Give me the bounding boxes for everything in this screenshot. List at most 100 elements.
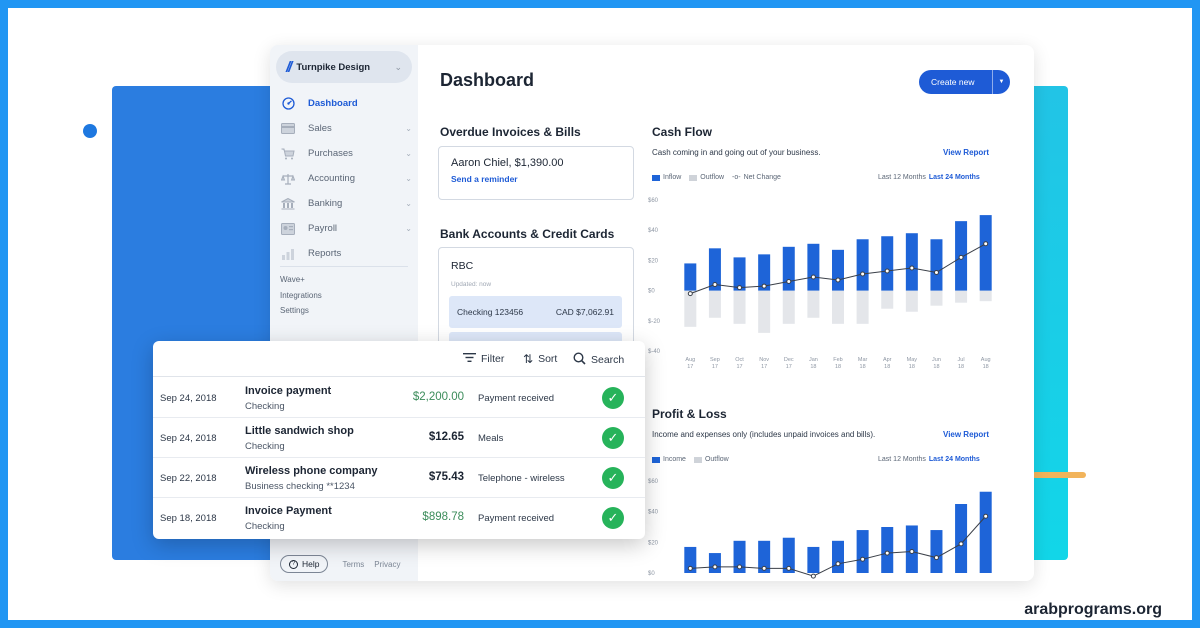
transactions-toolbar: Filter ⇅ Sort Search [153,341,645,377]
period-24-months[interactable]: Last 24 Months [929,174,980,181]
search-button[interactable]: Search [573,352,624,368]
y-tick-label: $0 [648,289,655,295]
business-switcher[interactable]: // Turnpike Design ⌄ [276,51,412,83]
sidebar-item-reports[interactable]: Reports [280,241,412,266]
bar-outflow [930,290,943,306]
txn-description: Little sandwich shop [245,425,354,437]
period-24-months[interactable]: Last 24 Months [929,456,980,463]
sidebar-link-wave-plus[interactable]: Wave+ [280,272,322,288]
sidebar-item-accounting[interactable]: Accounting ⌄ [280,166,412,191]
cashflow-legend: Inflow Outflow -o- Net Change [652,174,789,181]
sidebar-item-label: Purchases [308,148,353,159]
txn-account: Checking [245,521,285,532]
net-change-point [909,265,915,271]
period-12-months[interactable]: Last 12 Months [878,456,926,463]
sidebar-link-settings[interactable]: Settings [280,303,322,319]
y-tick-label: $20 [648,258,659,264]
bar-outflow [782,290,795,324]
txn-amount: $12.65 [428,431,464,443]
y-tick-label: $0 [648,571,655,577]
legend-inflow: Inflow [652,174,681,181]
net-change-point [687,565,693,571]
net-change-point [958,254,964,260]
net-change-point [933,555,939,561]
x-tick-label: Apr [883,357,892,363]
bank-title: Bank Accounts & Credit Cards [440,227,615,241]
x-tick-label: Jun [932,357,941,363]
account-name: Checking 123456 [457,307,524,317]
help-button[interactable]: ? Help [280,555,329,573]
bar-inflow [684,263,697,291]
filter-icon [463,352,476,366]
help-label: Help [302,559,320,569]
txn-category[interactable]: Meals [478,433,503,444]
sort-button[interactable]: ⇅ Sort [523,352,557,366]
chevron-down-icon: ⌄ [405,174,412,183]
create-new-label: Create new [931,77,975,87]
net-change-point [909,549,915,555]
txn-account: Checking [245,401,285,412]
cashflow-chart: $60$40$20$0$-20$-40Aug17Sep17Oct17Nov17D… [648,198,992,370]
txn-description: Invoice payment [245,385,332,397]
chevron-down-icon: ⌄ [394,61,402,72]
x-tick-label: Feb [833,357,842,363]
cart-icon [280,148,296,160]
sidebar-item-payroll[interactable]: Payroll ⌄ [280,216,412,241]
txn-date: Sep 24, 2018 [160,433,217,444]
search-icon [573,352,586,368]
sidebar-item-label: Banking [308,198,343,209]
txn-category[interactable]: Payment received [478,393,554,404]
sidebar-item-label: Payroll [308,223,338,234]
txn-category[interactable]: Telephone - wireless [478,473,565,484]
sidebar-item-sales[interactable]: Sales ⌄ [280,116,412,141]
x-tick-label: 17 [786,364,792,370]
x-tick-label: Oct [735,357,744,363]
caret-down-icon[interactable]: ▼ [992,70,1010,94]
check-icon[interactable]: ✓ [602,507,624,529]
x-tick-label: Aug [685,357,695,363]
x-tick-label: 17 [712,364,718,370]
filter-button[interactable]: Filter [463,352,504,366]
sidebar-link-integrations[interactable]: Integrations [280,288,322,304]
sidebar-item-dashboard[interactable]: Dashboard [280,91,412,116]
cashflow-period-toggle[interactable]: Last 12 Months Last 24 Months [878,174,980,181]
terms-link[interactable]: Terms [342,560,364,569]
privacy-link[interactable]: Privacy [374,560,400,569]
sales-icon [280,123,296,135]
sidebar-item-banking[interactable]: Banking ⌄ [280,191,412,216]
y-tick-label: $40 [648,510,659,516]
pl-view-report-link[interactable]: View Report [943,430,989,439]
create-new-button[interactable]: Create new ▼ [919,70,1010,94]
txn-category[interactable]: Payment received [478,513,554,524]
chevron-down-icon: ⌄ [405,124,412,133]
table-row[interactable]: Sep 24, 2018 Invoice payment Checking $2… [153,378,645,418]
cashflow-view-report-link[interactable]: View Report [943,148,989,157]
send-reminder-link[interactable]: Send a reminder [451,174,518,184]
txn-date: Sep 24, 2018 [160,393,217,404]
pl-period-toggle[interactable]: Last 12 Months Last 24 Months [878,456,980,463]
bar-inflow [832,249,844,291]
bar-inflow [930,239,943,291]
sidebar-footer: ? Help Terms Privacy [280,555,401,573]
page-title: Dashboard [440,70,535,90]
x-tick-label: Dec [784,357,794,363]
y-tick-label: $20 [648,540,659,546]
check-icon[interactable]: ✓ [602,387,624,409]
sidebar-item-purchases[interactable]: Purchases ⌄ [280,141,412,166]
overdue-item: Aaron Chiel, $1,390.00 [451,157,564,169]
x-tick-label: 18 [884,364,890,370]
net-change-point [884,268,890,274]
bank-account-row[interactable]: Checking 123456 CAD $7,062.91 [449,296,622,328]
chevron-down-icon: ⌄ [405,149,412,158]
y-tick-label: $-20 [648,319,661,325]
check-icon[interactable]: ✓ [602,427,624,449]
table-row[interactable]: Sep 18, 2018 Invoice Payment Checking $8… [153,498,645,538]
table-row[interactable]: Sep 24, 2018 Little sandwich shop Checki… [153,418,645,458]
bar-outflow [832,290,844,324]
check-icon[interactable]: ✓ [602,467,624,489]
table-row[interactable]: Sep 22, 2018 Wireless phone company Busi… [153,458,645,498]
net-change-point [835,561,841,567]
period-12-months[interactable]: Last 12 Months [878,174,926,181]
bar-inflow [979,215,992,291]
bank-name: RBC [451,260,474,272]
